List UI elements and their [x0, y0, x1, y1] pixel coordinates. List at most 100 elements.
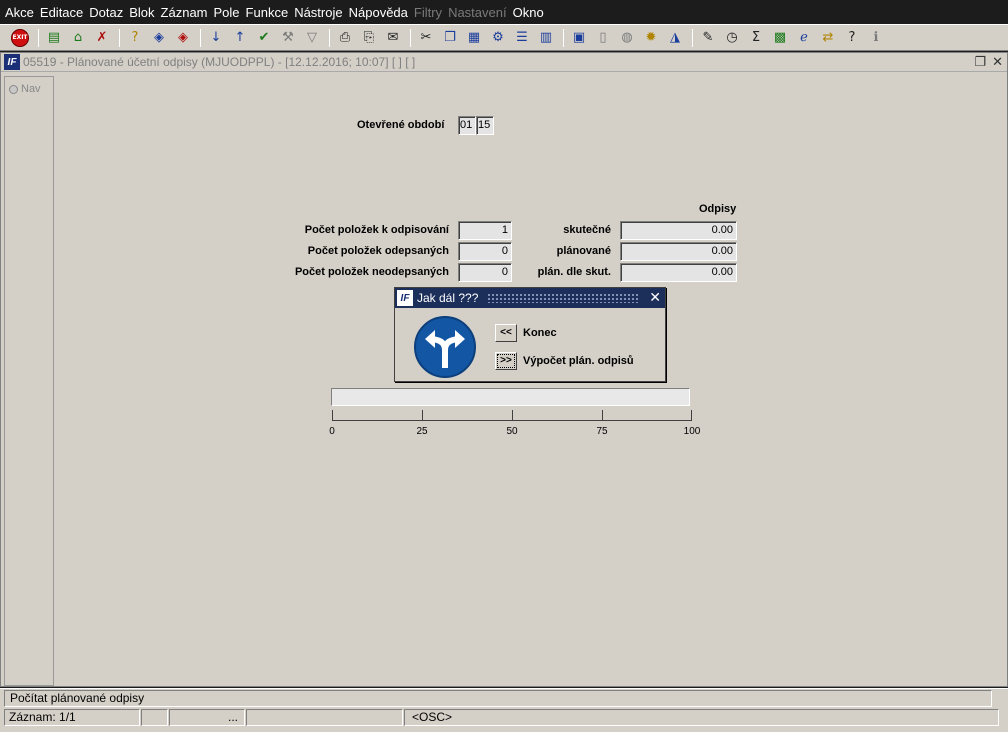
dialog-close-icon[interactable]: ✕: [649, 289, 661, 306]
insert-record-alt-icon[interactable]: ⌂: [67, 27, 89, 49]
count-field-odepsanych[interactable]: 0: [458, 242, 512, 261]
toolbar-separator: [38, 28, 39, 47]
menu-bar: Akce Editace Dotaz Blok Záznam Pole Funk…: [0, 0, 1008, 24]
paste-icon[interactable]: ▦: [463, 27, 485, 49]
progress-tick: [602, 410, 603, 420]
hint-bar: Počítat plánované odpisy: [0, 688, 1008, 708]
insert-record-icon[interactable]: ▤: [43, 27, 65, 49]
print-icon[interactable]: ⎙: [334, 27, 356, 49]
menu-blok[interactable]: Blok: [128, 5, 159, 20]
exit-label: EXIT: [11, 28, 29, 47]
window-title: 05519 - Plánované účetní odpisy (MJUODPP…: [23, 55, 416, 69]
status-cell: [246, 709, 403, 726]
edit-icon[interactable]: ✎: [697, 27, 719, 49]
menu-funkce[interactable]: Funkce: [245, 5, 294, 20]
menu-nastroje[interactable]: Nástroje: [293, 5, 347, 20]
nav-panel: Nav: [4, 76, 54, 686]
info-icon[interactable]: ℹ: [865, 27, 887, 49]
progress-axis: [332, 420, 692, 421]
tree-icon[interactable]: ▥: [535, 27, 557, 49]
row-label-neodepsanych: Počet položek neodepsaných: [294, 266, 449, 278]
count-field-k-odpisovani[interactable]: 1: [458, 221, 512, 240]
konec-label: Konec: [523, 327, 557, 339]
toolbar-separator: [329, 28, 330, 47]
cut-icon[interactable]: ✂: [415, 27, 437, 49]
menu-editace[interactable]: Editace: [39, 5, 88, 20]
menu-zaznam[interactable]: Záznam: [160, 5, 213, 20]
help-icon[interactable]: ?: [841, 27, 863, 49]
mail-icon[interactable]: ✉: [382, 27, 404, 49]
switch-icon[interactable]: ⇄: [817, 27, 839, 49]
status-ellipsis: ...: [169, 709, 245, 726]
close-icon[interactable]: ✕: [992, 54, 1003, 70]
odpis-label-planovane: plánované: [556, 245, 611, 257]
progress-tick: [512, 410, 513, 420]
wrench-icon[interactable]: ⚒: [277, 27, 299, 49]
eye-icon[interactable]: ◮: [664, 27, 686, 49]
calculator-icon[interactable]: ◷: [721, 27, 743, 49]
menu-pole[interactable]: Pole: [213, 5, 245, 20]
nav-label: Nav: [21, 83, 41, 95]
menu-okno[interactable]: Okno: [512, 5, 549, 20]
menu-dotaz[interactable]: Dotaz: [88, 5, 128, 20]
dialog-titlebar: IF Jak dál ??? ✕: [395, 288, 665, 308]
menu-napoveda[interactable]: Nápověda: [348, 5, 413, 20]
sigma-icon[interactable]: Σ: [745, 27, 767, 49]
toolbar-separator: [119, 28, 120, 47]
window-titlebar: IF 05519 - Plánované účetní odpisy (MJUO…: [1, 53, 1007, 72]
odpis-field-plan-dle-skut[interactable]: 0.00: [620, 263, 737, 282]
odpis-label-skutecne: skutečné: [563, 224, 611, 236]
nav-button[interactable]: Nav: [9, 83, 53, 95]
vypocet-button[interactable]: >>: [495, 352, 517, 370]
status-cell: [141, 709, 168, 726]
progress-tick-label: 100: [683, 426, 701, 437]
explorer-icon[interactable]: ℯ: [793, 27, 815, 49]
delete-record-icon[interactable]: ✗: [91, 27, 113, 49]
query-icon[interactable]: ?: [124, 27, 146, 49]
print-setup-icon[interactable]: ⎘: [358, 27, 380, 49]
toolbar-separator: [563, 28, 564, 47]
sort-asc-icon[interactable]: ↓: [205, 27, 227, 49]
dialog-logo-icon: IF: [397, 290, 413, 306]
sort-desc-icon[interactable]: ↑: [229, 27, 251, 49]
dialog-title: Jak dál ???: [417, 291, 479, 305]
document-icon[interactable]: ▯: [592, 27, 614, 49]
restore-icon[interactable]: ❐: [974, 54, 986, 70]
toolbar: EXIT ▤ ⌂ ✗ ? ◈ ◈ ↓ ↑ ✔ ⚒ ▽ ⎙ ⎘ ✉ ✂ ❐ ▦ ⚙…: [0, 24, 1008, 51]
odpis-field-planovane[interactable]: 0.00: [620, 242, 737, 261]
status-hint: Počítat plánované odpisy: [4, 690, 992, 707]
progress-tick-label: 25: [416, 426, 428, 437]
odpis-field-skutecne[interactable]: 0.00: [620, 221, 737, 240]
query-run-icon[interactable]: ◈: [148, 27, 170, 49]
copy-icon[interactable]: ❐: [439, 27, 461, 49]
konec-button[interactable]: <<: [495, 324, 517, 342]
toolbar-separator: [410, 28, 411, 47]
row-label-odepsanych: Počet položek odepsaných: [307, 245, 449, 257]
filter-icon[interactable]: ▽: [301, 27, 323, 49]
fork-arrow-icon: [414, 316, 476, 378]
period-month-field[interactable]: 01: [458, 116, 476, 135]
jak-dal-dialog: IF Jak dál ??? ✕ << Konec >> Výpočet plá…: [394, 287, 666, 382]
check-icon[interactable]: ✔: [253, 27, 275, 49]
toolbar-separator: [200, 28, 201, 47]
odpisy-header: Odpisy: [699, 203, 737, 215]
list-icon[interactable]: ☰: [511, 27, 533, 49]
globe-icon[interactable]: ◍: [616, 27, 638, 49]
exit-icon[interactable]: EXIT: [8, 27, 32, 49]
mode-indicator: <OSC>: [404, 709, 999, 726]
settings-icon[interactable]: ✹: [640, 27, 662, 49]
query-cancel-icon[interactable]: ◈: [172, 27, 194, 49]
progress-tick: [422, 410, 423, 420]
count-field-neodepsanych[interactable]: 0: [458, 263, 512, 282]
period-year-field[interactable]: 15: [476, 116, 494, 135]
menu-filtry: Filtry: [413, 4, 443, 20]
progress-tick: [691, 410, 692, 420]
record-indicator: Záznam: 1/1: [4, 709, 140, 726]
menu-nastaveni: Nastavení: [448, 4, 507, 20]
app-logo-icon: IF: [4, 54, 20, 70]
tools-icon[interactable]: ⚙: [487, 27, 509, 49]
report-icon[interactable]: ▣: [568, 27, 590, 49]
menu-akce[interactable]: Akce: [4, 5, 39, 20]
excel-icon[interactable]: ▩: [769, 27, 791, 49]
row-label-k-odpisovani: Počet položek k odpisování: [304, 224, 449, 236]
